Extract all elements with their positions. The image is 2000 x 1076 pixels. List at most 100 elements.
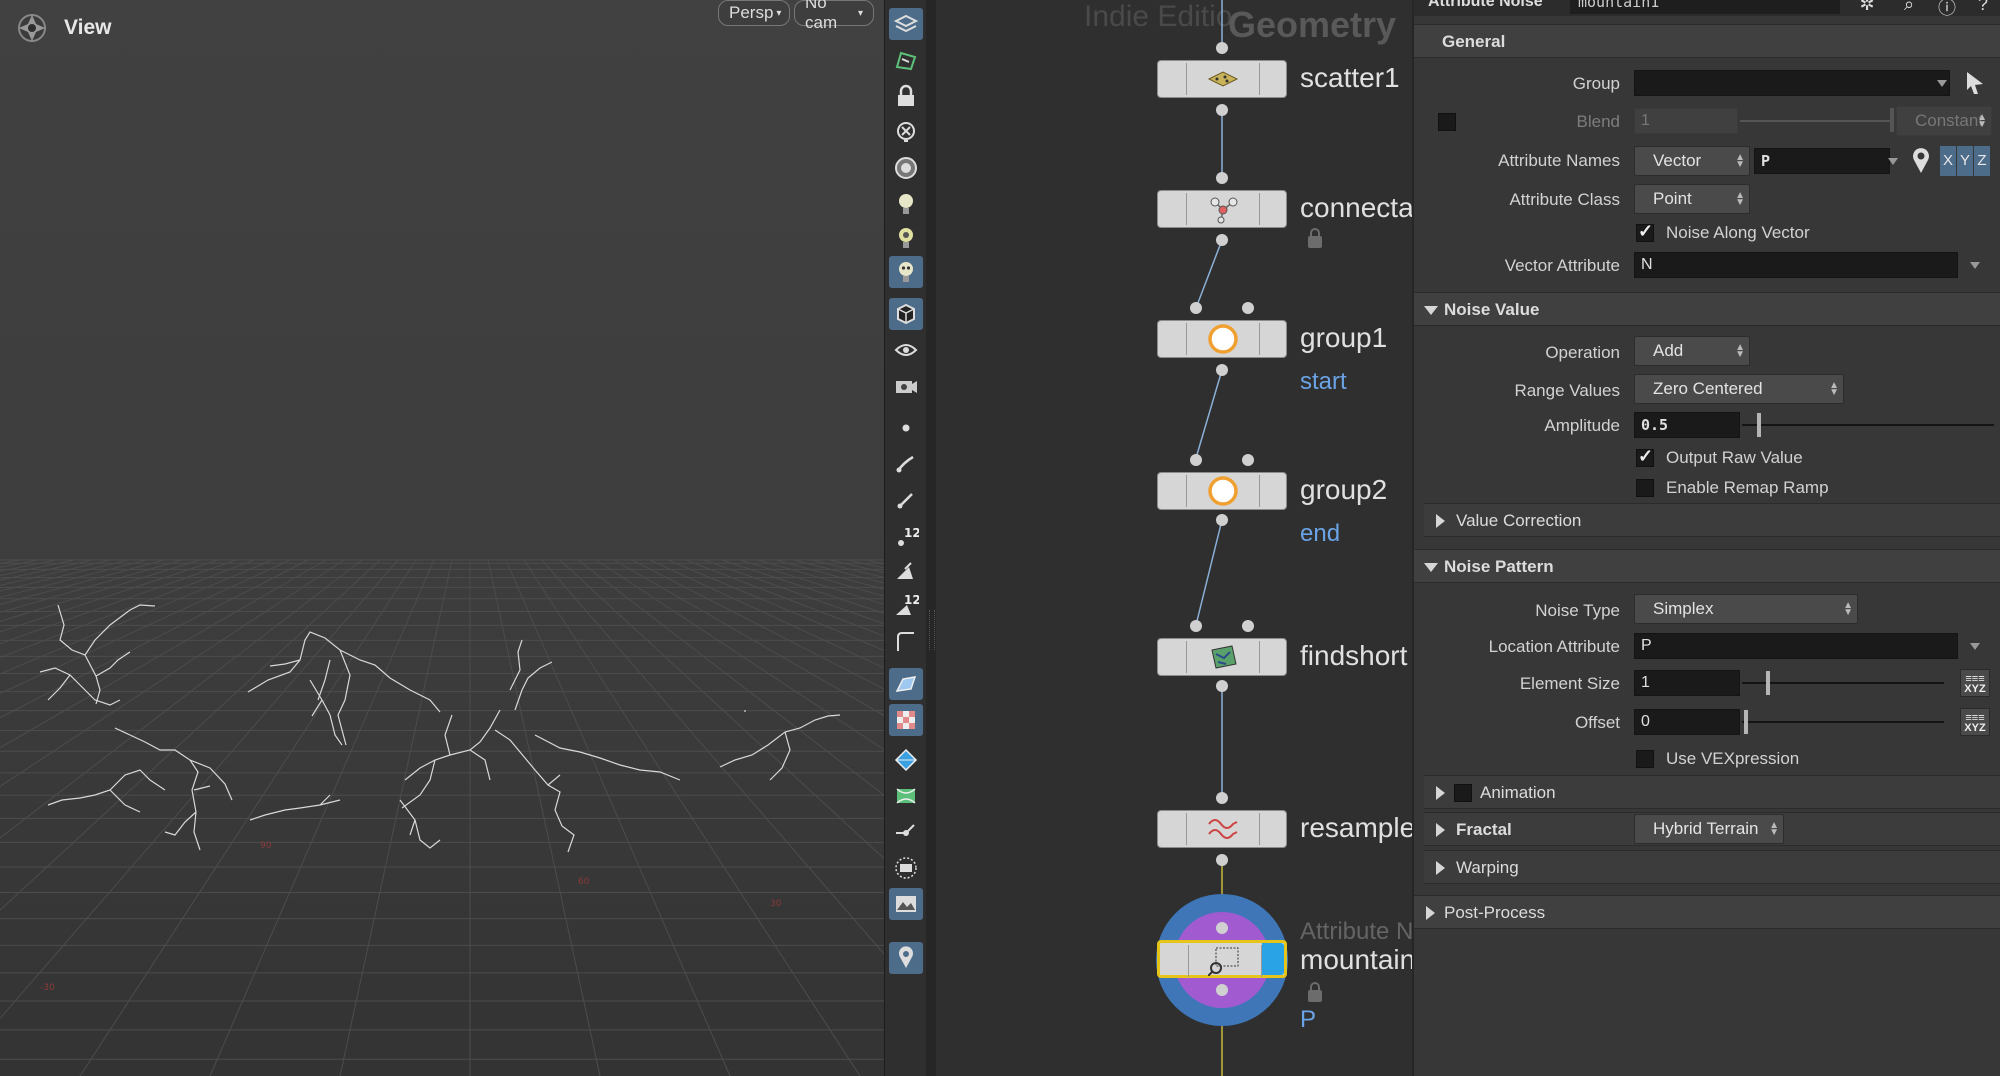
- pane-splitter[interactable]: [926, 0, 936, 1076]
- normals-icon[interactable]: [889, 556, 923, 588]
- help-icon[interactable]: ?: [1972, 0, 1994, 14]
- blend-field[interactable]: 1: [1634, 108, 1738, 134]
- x-component-button[interactable]: X: [1940, 146, 1956, 176]
- brush-stroke-icon[interactable]: [889, 448, 923, 480]
- node-resample[interactable]: [1157, 810, 1287, 848]
- selection-arrow-icon[interactable]: [1964, 70, 1986, 96]
- node-name-field[interactable]: mountain1: [1570, 0, 1840, 14]
- wrap-icon[interactable]: [889, 780, 923, 812]
- point-numbers-icon[interactable]: 12: [889, 520, 923, 552]
- skeleton-icon[interactable]: [889, 256, 923, 288]
- node-label-resample[interactable]: resample: [1300, 812, 1412, 844]
- display-flag[interactable]: [1262, 943, 1284, 975]
- animation-checkbox[interactable]: [1454, 784, 1472, 802]
- vector-attribute-field[interactable]: N: [1634, 252, 1958, 278]
- light-bulb-icon[interactable]: [889, 188, 923, 220]
- shaded-cube-icon[interactable]: [889, 298, 923, 330]
- node-findshort[interactable]: [1157, 638, 1287, 676]
- folder-warping[interactable]: Warping: [1424, 850, 2000, 884]
- attribute-names-field[interactable]: P: [1754, 148, 1890, 174]
- output-connector[interactable]: [1216, 514, 1228, 526]
- amplitude-slider-knob[interactable]: [1757, 413, 1761, 437]
- output-connector[interactable]: [1216, 680, 1228, 692]
- node-label-connecta[interactable]: connecta: [1300, 192, 1412, 224]
- input-connector[interactable]: [1216, 172, 1228, 184]
- output-raw-value-checkbox[interactable]: [1636, 446, 1654, 467]
- element-size-xyz-button[interactable]: ≡≡≡ XYZ: [1960, 669, 1990, 697]
- node-scatter1[interactable]: [1157, 60, 1287, 98]
- folder-animation[interactable]: Animation: [1424, 775, 2000, 809]
- ghost-icon[interactable]: [889, 116, 923, 148]
- gear-icon[interactable]: ✲: [1856, 0, 1878, 14]
- attribute-pin-icon[interactable]: [1910, 146, 1932, 174]
- perspective-menu-button[interactable]: Persp ▾: [718, 0, 790, 26]
- camera-eye-icon[interactable]: [889, 370, 923, 402]
- camera-menu-button[interactable]: No cam ▾: [794, 0, 874, 32]
- folder-general[interactable]: General: [1414, 24, 2000, 58]
- input-connector[interactable]: [1190, 620, 1202, 632]
- offset-xyz-button[interactable]: ≡≡≡ XYZ: [1960, 708, 1990, 736]
- circle-frame-icon[interactable]: [889, 852, 923, 884]
- folder-value-correction[interactable]: Value Correction: [1424, 503, 2000, 537]
- location-attribute-field[interactable]: P: [1634, 633, 1958, 659]
- y-component-button[interactable]: Y: [1957, 146, 1973, 176]
- element-size-field[interactable]: 1: [1634, 670, 1740, 696]
- input-connector[interactable]: [1242, 620, 1254, 632]
- point-display-icon[interactable]: [889, 412, 923, 444]
- select-geometry-icon[interactable]: [889, 8, 923, 40]
- node-label-scatter1[interactable]: scatter1: [1300, 62, 1400, 94]
- element-size-slider-knob[interactable]: [1766, 671, 1770, 695]
- input-connector[interactable]: [1242, 454, 1254, 466]
- offset-slider[interactable]: [1742, 721, 1944, 723]
- output-connector[interactable]: [1216, 364, 1228, 376]
- output-connector[interactable]: [1216, 854, 1228, 866]
- folder-post-process[interactable]: Post-Process: [1414, 895, 2000, 929]
- z-component-button[interactable]: Z: [1974, 146, 1990, 176]
- output-connector[interactable]: [1216, 104, 1228, 116]
- lock-icon[interactable]: [889, 80, 923, 112]
- blend-slider-knob[interactable]: [1890, 108, 1894, 132]
- brush-icon[interactable]: [889, 44, 923, 76]
- noise-along-vector-checkbox[interactable]: [1636, 221, 1654, 242]
- viewport-pane[interactable]: 90 60 30 -30 View Persp ▾ No cam ▾: [0, 0, 884, 1076]
- input-connector[interactable]: [1190, 302, 1202, 314]
- search-icon[interactable]: ⌕: [1898, 0, 1920, 14]
- input-connector[interactable]: [1190, 454, 1202, 466]
- node-connecta[interactable]: [1157, 190, 1287, 228]
- info-icon[interactable]: ⓘ: [1936, 0, 1958, 18]
- node-label-group1[interactable]: group1: [1300, 322, 1387, 354]
- geometry-diamond-icon[interactable]: [889, 744, 923, 776]
- blend-slider[interactable]: [1740, 120, 1890, 122]
- attribute-class-menu[interactable]: Point ▲ ▼: [1634, 184, 1750, 214]
- node-label-group2[interactable]: group2: [1300, 474, 1387, 506]
- uv-checker-icon[interactable]: [889, 704, 923, 736]
- display-options-icon[interactable]: [889, 152, 923, 184]
- amplitude-slider[interactable]: [1742, 424, 1994, 426]
- output-connector[interactable]: [1216, 234, 1228, 246]
- curve-icon[interactable]: [889, 626, 923, 658]
- amplitude-field[interactable]: 0.5: [1634, 412, 1740, 438]
- input-connector[interactable]: [1216, 42, 1228, 54]
- blend-checkbox[interactable]: [1438, 113, 1456, 131]
- folder-noise-pattern[interactable]: Noise Pattern: [1414, 549, 2000, 583]
- operation-menu[interactable]: Add ▲ ▼: [1634, 336, 1750, 366]
- pin-icon[interactable]: [889, 942, 923, 974]
- node-mountain1[interactable]: [1157, 940, 1287, 978]
- lock-icon[interactable]: [1308, 982, 1322, 1002]
- chevron-down-icon[interactable]: [1937, 80, 1947, 87]
- lock-icon[interactable]: [1308, 228, 1322, 248]
- folder-noise-value[interactable]: Noise Value: [1414, 292, 2000, 326]
- input-connector[interactable]: [1216, 792, 1228, 804]
- range-values-menu[interactable]: Zero Centered ▲ ▼: [1634, 374, 1844, 404]
- offset-slider-knob[interactable]: [1744, 710, 1748, 734]
- output-connector[interactable]: [1216, 984, 1228, 996]
- blend-mode-menu[interactable]: Constant ▲ ▼: [1896, 106, 1992, 136]
- chevron-down-icon[interactable]: [1970, 643, 1980, 650]
- eye-visibility-icon[interactable]: [889, 334, 923, 366]
- vector-display-icon[interactable]: [889, 816, 923, 848]
- input-connector[interactable]: [1216, 922, 1228, 934]
- prim-numbers-icon[interactable]: 12: [889, 590, 923, 622]
- node-label-mountain1[interactable]: mountain1: [1300, 944, 1412, 976]
- node-label-findshort[interactable]: findshort: [1300, 640, 1407, 672]
- attribute-type-menu[interactable]: Vector ▲ ▼: [1634, 146, 1750, 176]
